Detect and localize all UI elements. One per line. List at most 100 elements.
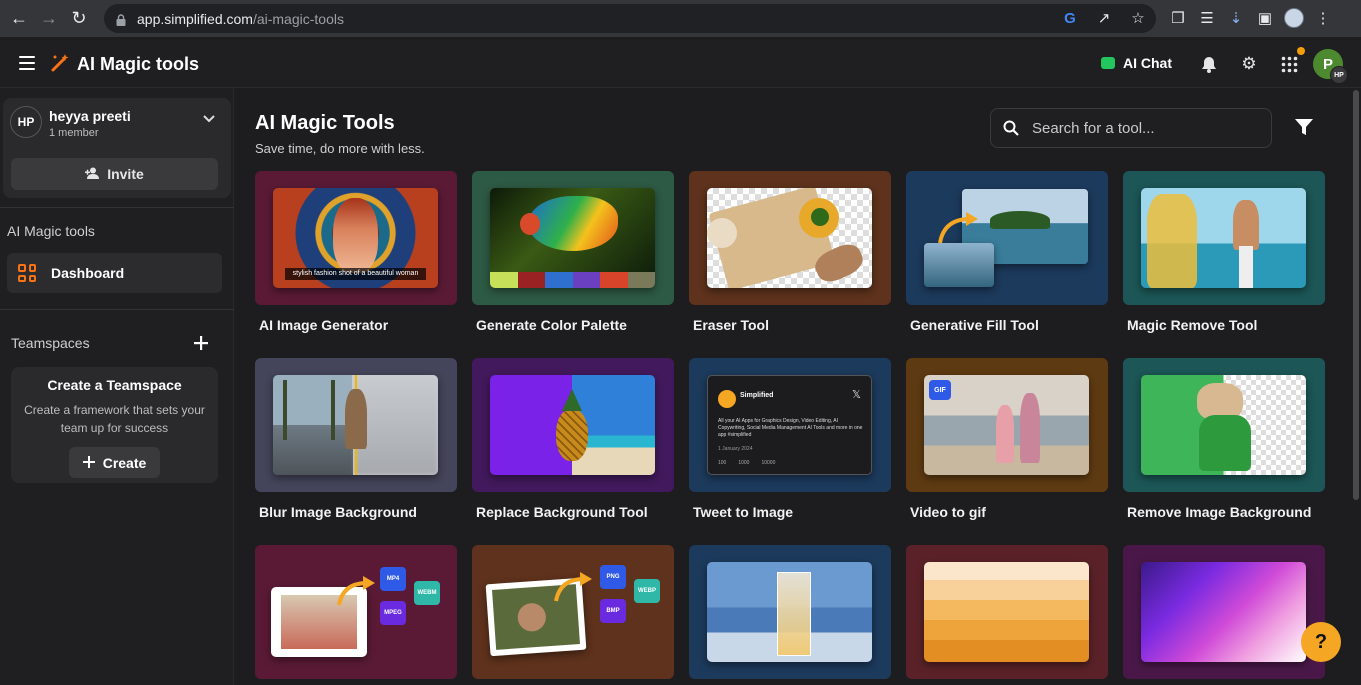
team-switcher[interactable]: HP heyya preeti 1 member Invite [3, 98, 231, 198]
app-header: AI Magic tools AI Chat ⚙ P HP [0, 40, 1361, 88]
chevron-down-icon[interactable] [203, 112, 215, 126]
tweet-body: All your AI Apps for Graphics Design, Vi… [718, 418, 863, 438]
tool-label: Generate Color Palette [476, 317, 627, 333]
create-button[interactable]: Create [69, 447, 160, 478]
tool-card-wave-background[interactable] [906, 545, 1108, 685]
browser-toolbar: ← → ↻ app.simplified.com/ai-magic-tools … [0, 0, 1361, 37]
format-badge: MPEG [380, 601, 406, 625]
share-icon[interactable]: ↗ [1094, 8, 1114, 28]
tool-card-background: Simplified 𝕏 All your AI Apps for Graphi… [689, 358, 891, 492]
invite-button[interactable]: Invite [11, 158, 218, 190]
star-icon[interactable]: ☆ [1128, 8, 1148, 28]
url-path: /ai-magic-tools [252, 10, 344, 27]
back-icon[interactable]: ← [4, 4, 34, 34]
dashboard-icon [18, 264, 36, 282]
filter-icon[interactable] [1295, 119, 1313, 137]
tool-thumbnail: Simplified 𝕏 All your AI Apps for Graphi… [707, 375, 872, 475]
tool-card-background: stylish fashion shot of a beautiful woma… [255, 171, 457, 305]
search-input[interactable] [1032, 119, 1252, 137]
tool-card-background: MP4 MPEG WEBM [255, 545, 457, 679]
scroll-thumb[interactable] [1353, 90, 1359, 500]
gif-badge: GIF [929, 380, 951, 400]
google-icon[interactable]: G [1060, 8, 1080, 28]
extensions-icon[interactable]: ❒ [1168, 8, 1188, 28]
tool-card-image-converter[interactable]: PNG BMP WEBP [472, 545, 674, 685]
tool-card-background [1123, 171, 1325, 305]
tool-thumbnail [1141, 188, 1306, 288]
more-icon[interactable]: ⋮ [1313, 8, 1333, 28]
tool-card-background [1123, 358, 1325, 492]
search-box[interactable] [990, 108, 1272, 148]
tool-card-background: PNG BMP WEBP [472, 545, 674, 679]
tool-card-background [1123, 545, 1325, 679]
scrollbar[interactable] [1351, 88, 1361, 685]
tool-thumbnail [707, 188, 872, 288]
tool-card-background [472, 171, 674, 305]
add-user-icon [85, 166, 100, 182]
tweet-stat: 100 [718, 460, 727, 466]
format-badge: PNG [600, 565, 626, 589]
tool-card-replace-background-tool[interactable]: Replace Background Tool [472, 358, 674, 520]
reload-icon[interactable]: ↻ [64, 4, 94, 34]
address-bar[interactable]: app.simplified.com/ai-magic-tools G ↗ ☆ [104, 4, 1156, 33]
tool-thumbnail-small [924, 243, 994, 287]
sidebar: HP heyya preeti 1 member Invite AI Magic… [0, 88, 234, 685]
download-icon[interactable]: ⇣ [1226, 8, 1246, 28]
menu-icon[interactable] [19, 56, 35, 70]
tool-thumbnail [924, 562, 1089, 662]
forward-icon[interactable]: → [34, 4, 64, 34]
tool-card-video-to-gif[interactable]: GIF Video to gif [906, 358, 1108, 520]
team-name: heyya preeti [49, 108, 131, 124]
tool-thumbnail [1141, 375, 1306, 475]
tool-thumbnail [490, 375, 655, 475]
tool-card-video-converter[interactable]: MP4 MPEG WEBM [255, 545, 457, 685]
tool-thumbnail [273, 375, 438, 475]
format-badge: MP4 [380, 567, 406, 591]
tool-card-ai-image-generator[interactable]: stylish fashion shot of a beautiful woma… [255, 171, 457, 333]
sidebar-item-dashboard[interactable]: Dashboard [7, 253, 222, 293]
ai-chat-button[interactable]: AI Chat [1101, 55, 1172, 71]
sidepanel-icon[interactable]: ▣ [1255, 8, 1275, 28]
arrow-icon [554, 572, 592, 602]
image-caption: stylish fashion shot of a beautiful woma… [285, 268, 426, 280]
tool-card-tweet-to-image[interactable]: Simplified 𝕏 All your AI Apps for Graphi… [689, 358, 891, 520]
lock-icon [116, 13, 126, 26]
tool-card-gradient-background[interactable] [1123, 545, 1325, 685]
tool-thumbnail [1141, 562, 1306, 662]
arrow-icon [337, 576, 375, 606]
format-badge: WEBP [634, 579, 660, 603]
team-avatar-badge: HP [1330, 66, 1348, 84]
tool-card-magic-remove-tool[interactable]: Magic Remove Tool [1123, 171, 1325, 333]
tool-card-eraser-tool[interactable]: Eraser Tool [689, 171, 891, 333]
add-teamspace-icon[interactable] [194, 333, 208, 356]
gear-icon[interactable]: ⚙ [1239, 54, 1259, 74]
arrow-icon [938, 212, 978, 244]
ai-chat-label: AI Chat [1123, 55, 1172, 71]
tool-card-background [472, 358, 674, 492]
help-button[interactable]: ? [1301, 622, 1341, 662]
section-title: AI Magic tools [7, 223, 95, 239]
page-subtitle: Save time, do more with less. [255, 141, 425, 156]
main-content: AI Magic Tools Save time, do more with l… [235, 88, 1351, 685]
profile-icon[interactable] [1284, 8, 1304, 28]
plus-icon [82, 455, 95, 471]
tool-label: Generative Fill Tool [910, 317, 1039, 333]
tool-label: AI Image Generator [259, 317, 389, 333]
tool-card-generative-fill-tool[interactable]: Generative Fill Tool [906, 171, 1108, 333]
tool-card-background [689, 545, 891, 679]
tool-label: Blur Image Background [259, 504, 417, 520]
notification-dot [1297, 47, 1305, 55]
tool-card-background [906, 171, 1108, 305]
create-teamspace-title: Create a Teamspace [47, 377, 182, 393]
tool-card-image-expand[interactable] [689, 545, 891, 685]
apps-grid-icon[interactable] [1279, 54, 1299, 74]
tool-card-background [255, 358, 457, 492]
tool-card-remove-image-background[interactable]: Remove Image Background [1123, 358, 1325, 520]
media-icon[interactable]: ☰ [1197, 8, 1217, 28]
bell-icon[interactable] [1199, 54, 1219, 74]
tool-card-background [689, 171, 891, 305]
tool-card-generate-color-palette[interactable]: Generate Color Palette [472, 171, 674, 333]
tool-card-blur-image-background[interactable]: Blur Image Background [255, 358, 457, 520]
url-host: app.simplified.com [137, 10, 253, 27]
team-member-count: 1 member [49, 127, 99, 139]
